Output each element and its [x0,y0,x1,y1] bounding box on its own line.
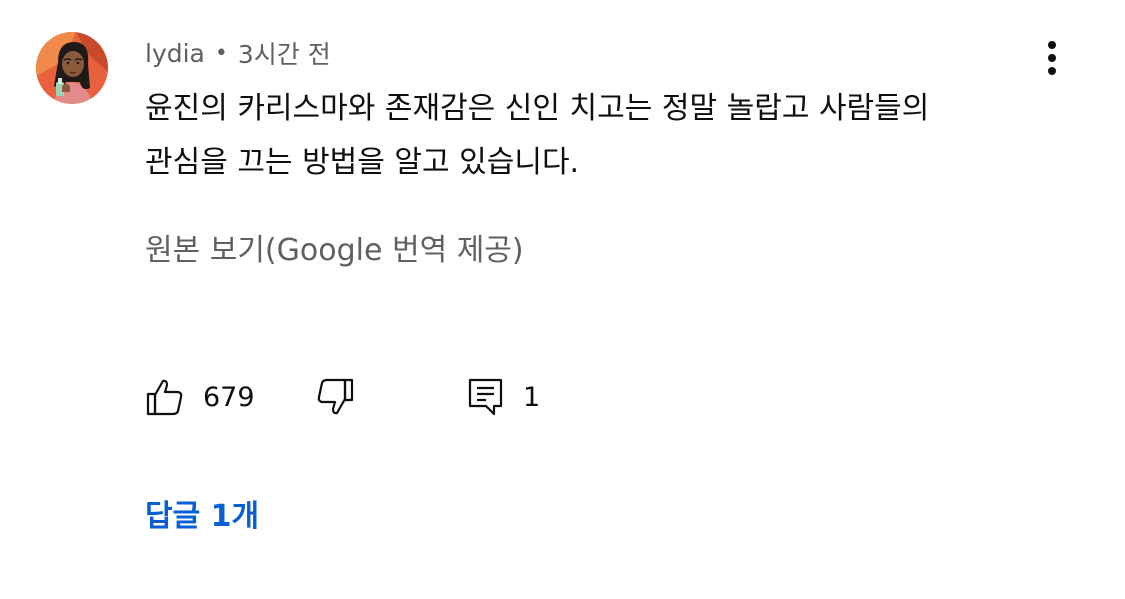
comment-action-bar: 679 1 [145,374,745,420]
reply-button[interactable]: 1 [467,374,540,420]
see-original-link[interactable]: 원본 보기(Google 번역 제공) [145,228,524,274]
comment-icon [468,378,503,416]
more-options-button[interactable] [1030,36,1074,80]
avatar-illustration-icon [36,32,108,104]
comment-timestamp: 3시간 전 [237,40,331,69]
thumbs-down-icon [317,378,354,415]
comment-text: 윤진의 카리스마와 존재감은 신인 치고는 정말 놀랍고 사람들의 관심을 끄는… [145,82,1045,190]
reply-count: 1 [523,381,541,413]
author-name[interactable]: lydia [145,39,205,68]
more-vertical-icon [1048,41,1056,75]
comment-text-line: 윤진의 카리스마와 존재감은 신인 치고는 정말 놀랍고 사람들의 [145,91,930,126]
thumbs-up-icon [146,379,183,416]
comment-text-line: 관심을 끄는 방법을 알고 있습니다. [145,145,580,180]
comment-meta: lydia • 3시간 전 [145,36,331,70]
avatar[interactable] [36,32,108,104]
meta-separator: • [214,40,228,66]
view-replies-link[interactable]: 답글 1개 [145,494,259,540]
like-count: 679 [203,381,255,413]
comment-card: lydia • 3시간 전 윤진의 카리스마와 존재감은 신인 치고는 정말 놀… [0,0,1125,599]
like-button[interactable]: 679 [145,374,255,420]
dislike-button[interactable] [315,374,355,420]
